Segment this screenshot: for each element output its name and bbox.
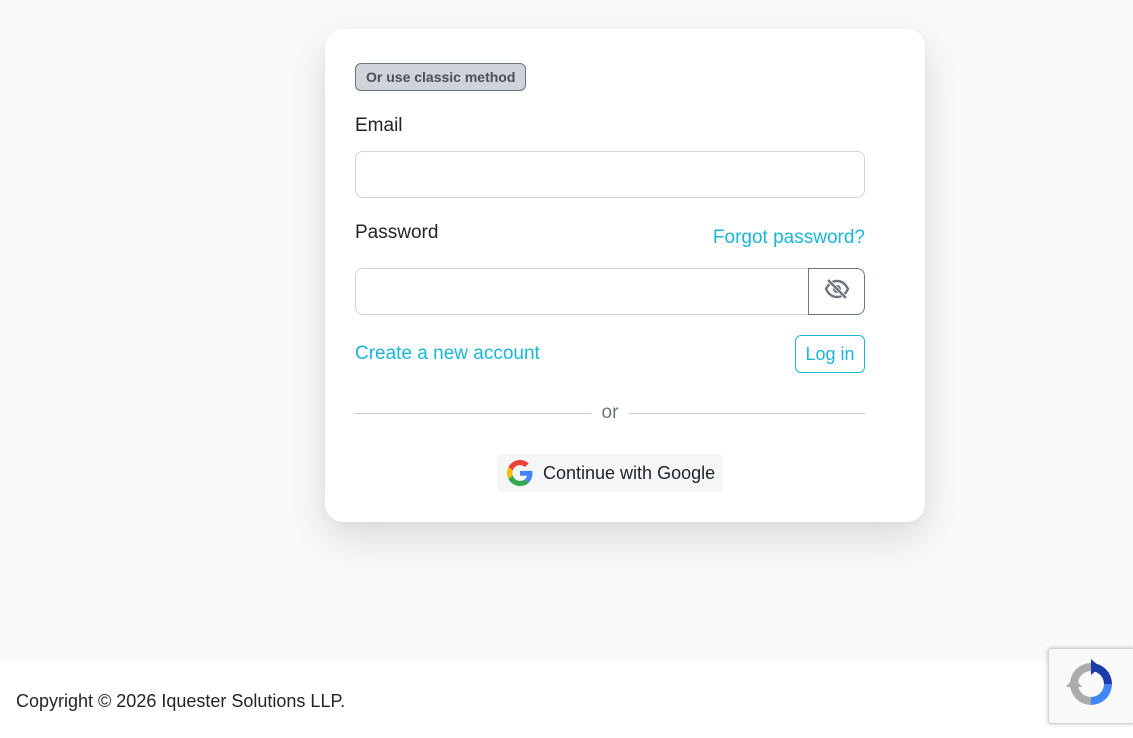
- recaptcha-badge[interactable]: [1048, 648, 1133, 724]
- email-input[interactable]: [355, 151, 865, 198]
- login-button[interactable]: Log in: [795, 335, 865, 373]
- google-button-label: Continue with Google: [543, 462, 716, 483]
- google-signin-button[interactable]: Continue with Google: [497, 454, 723, 492]
- login-page: Or use classic method Email Password For…: [0, 0, 1133, 738]
- divider-left: [355, 413, 591, 414]
- footer: Copyright © 2026 Iquester Solutions LLP.: [0, 661, 1133, 738]
- eye-slash-icon: [824, 278, 850, 305]
- classic-method-badge: Or use classic method: [355, 63, 527, 91]
- password-label: Password: [355, 222, 439, 243]
- login-card: Or use classic method Email Password For…: [325, 29, 925, 522]
- divider-or-text: or: [601, 402, 619, 423]
- google-g-icon: [507, 460, 533, 486]
- forgot-password-link[interactable]: Forgot password?: [713, 227, 865, 249]
- toggle-password-visibility-button[interactable]: [808, 268, 865, 315]
- email-label: Email: [355, 115, 403, 136]
- divider-right: [629, 413, 865, 414]
- recaptcha-icon: [1064, 657, 1118, 716]
- create-account-link[interactable]: Create a new account: [355, 343, 540, 365]
- copyright-text: Copyright © 2026 Iquester Solutions LLP.: [16, 691, 346, 711]
- password-input[interactable]: [355, 268, 809, 315]
